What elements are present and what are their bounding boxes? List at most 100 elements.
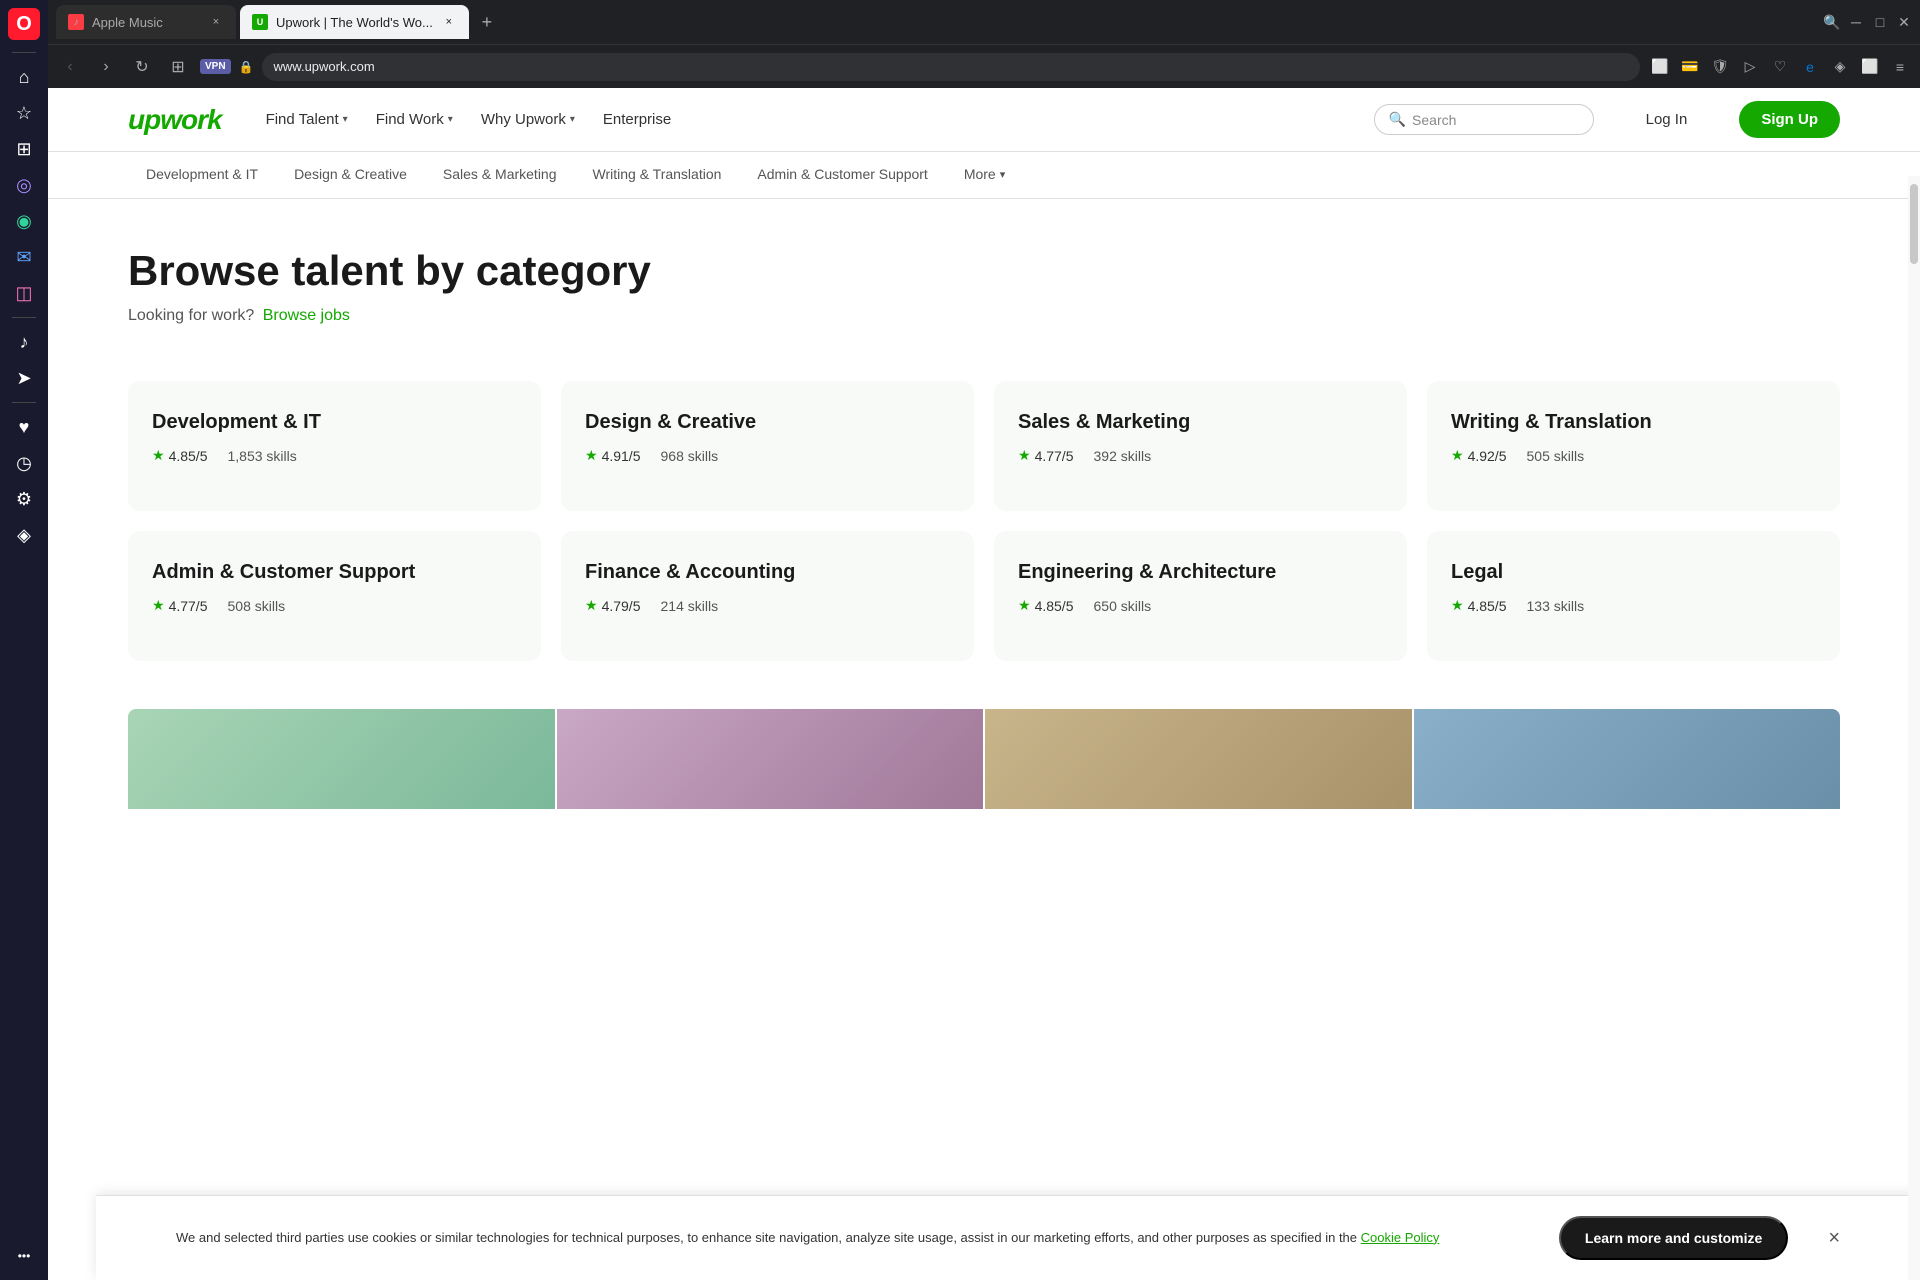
window-close-button[interactable]: ✕	[1896, 14, 1912, 30]
cat-nav-more-label: More	[964, 166, 996, 182]
enterprise-link[interactable]: Enterprise	[591, 103, 683, 136]
image-strip	[128, 709, 1840, 809]
star-sidebar-icon[interactable]: ☆	[8, 97, 40, 129]
browser-scrollbar[interactable]	[1908, 176, 1920, 1280]
find-talent-menu[interactable]: Find Talent ▾	[254, 103, 360, 136]
card-meta-finance: ★ 4.79/5 214 skills	[585, 597, 950, 614]
cookie-close-button[interactable]: ×	[1828, 1227, 1840, 1250]
screenshot-icon[interactable]: ⬜	[1648, 55, 1672, 79]
card-meta-admin: ★ 4.77/5 508 skills	[152, 597, 517, 614]
card-rating-legal: ★ 4.85/5	[1451, 597, 1507, 614]
find-work-chevron: ▾	[448, 114, 453, 125]
tab-apple-music-close[interactable]: ×	[208, 14, 224, 30]
crypto-icon[interactable]: ◈	[1828, 55, 1852, 79]
tab-apple-music-title: Apple Music	[92, 15, 200, 30]
card-title-engineering: Engineering & Architecture	[1018, 559, 1383, 585]
instagram-icon[interactable]: ◫	[8, 277, 40, 309]
wallet-icon[interactable]: 💳	[1678, 55, 1702, 79]
category-card-design[interactable]: Design & Creative ★ 4.91/5 968 skills	[561, 381, 974, 511]
scrollbar-thumb[interactable]	[1910, 184, 1918, 264]
card-meta-sales: ★ 4.77/5 392 skills	[1018, 447, 1383, 464]
menu-icon[interactable]: ≡	[1888, 55, 1912, 79]
tab-upwork[interactable]: U Upwork | The World's Wo... ×	[240, 5, 469, 39]
star-icon-writing: ★	[1451, 447, 1464, 464]
why-upwork-chevron: ▾	[570, 114, 575, 125]
card-title-admin: Admin & Customer Support	[152, 559, 517, 585]
find-work-menu[interactable]: Find Work ▾	[364, 103, 465, 136]
image-strip-3	[985, 709, 1412, 809]
card-rating-dev-it: ★ 4.85/5	[152, 447, 208, 464]
cat-nav-more[interactable]: More ▾	[946, 152, 1023, 198]
category-card-sales[interactable]: Sales & Marketing ★ 4.77/5 392 skills	[994, 381, 1407, 511]
cat-nav-dev-it-label: Development & IT	[146, 166, 258, 182]
why-upwork-menu[interactable]: Why Upwork ▾	[469, 103, 587, 136]
dashboard-icon[interactable]: ⊞	[8, 133, 40, 165]
facetime-icon[interactable]: ◉	[8, 205, 40, 237]
search-placeholder: Search	[1412, 112, 1456, 128]
signup-button[interactable]: Sign Up	[1739, 101, 1840, 138]
forward-button[interactable]: ›	[92, 53, 120, 81]
edge-icon[interactable]: e	[1798, 55, 1822, 79]
reload-button[interactable]: ↻	[128, 53, 156, 81]
card-skills-admin: 508 skills	[228, 598, 286, 614]
more-dots-icon[interactable]: •••	[8, 1240, 40, 1272]
image-strip-container	[48, 709, 1920, 809]
category-card-legal[interactable]: Legal ★ 4.85/5 133 skills	[1427, 531, 1840, 661]
card-rating-sales: ★ 4.77/5	[1018, 447, 1074, 464]
address-bar[interactable]: www.upwork.com	[262, 53, 1640, 81]
star-icon-dev-it: ★	[152, 447, 165, 464]
heart-icon[interactable]: ♥	[8, 411, 40, 443]
extensions-toolbar-icon[interactable]: ⬜	[1858, 55, 1882, 79]
browse-jobs-link[interactable]: Browse jobs	[263, 307, 350, 324]
cat-nav-writing[interactable]: Writing & Translation	[575, 152, 740, 198]
music-icon[interactable]: ♪	[8, 326, 40, 358]
card-skills-legal: 133 skills	[1527, 598, 1585, 614]
add-tab-button[interactable]: +	[473, 8, 501, 36]
tab-upwork-close[interactable]: ×	[441, 14, 457, 30]
settings-icon[interactable]: ⚙	[8, 483, 40, 515]
upwork-favicon: U	[252, 14, 268, 30]
tab-apple-music[interactable]: ♪ Apple Music ×	[56, 5, 236, 39]
category-card-dev-it[interactable]: Development & IT ★ 4.85/5 1,853 skills	[128, 381, 541, 511]
card-meta-writing: ★ 4.92/5 505 skills	[1451, 447, 1816, 464]
cat-nav-sales[interactable]: Sales & Marketing	[425, 152, 575, 198]
cookie-customize-button[interactable]: Learn more and customize	[1559, 1216, 1788, 1260]
window-minimize-button[interactable]: ─	[1848, 14, 1864, 30]
header-search-box[interactable]: 🔍 Search	[1374, 104, 1594, 135]
window-search-icon[interactable]: 🔍	[1824, 14, 1840, 30]
find-work-label: Find Work	[376, 111, 444, 128]
upwork-logo[interactable]: upwork	[128, 104, 222, 136]
messages-icon[interactable]: ✉	[8, 241, 40, 273]
category-card-admin[interactable]: Admin & Customer Support ★ 4.77/5 508 sk…	[128, 531, 541, 661]
os-sidebar: O ⌂ ☆ ⊞ ◎ ◉ ✉ ◫ ♪ ➤ ♥ ◷ ⚙ ◈ •••	[0, 0, 48, 1280]
clock-icon[interactable]: ◷	[8, 447, 40, 479]
back-button[interactable]: ‹	[56, 53, 84, 81]
vpn-badge[interactable]: VPN	[200, 59, 231, 74]
notification-icon[interactable]: ◈	[8, 519, 40, 551]
extensions-button[interactable]: ⊞	[164, 53, 192, 81]
play-icon[interactable]: ▷	[1738, 55, 1762, 79]
cat-nav-admin[interactable]: Admin & Customer Support	[739, 152, 945, 198]
feed-icon[interactable]: ◎	[8, 169, 40, 201]
category-card-engineering[interactable]: Engineering & Architecture ★ 4.85/5 650 …	[994, 531, 1407, 661]
heart-toolbar-icon[interactable]: ♡	[1768, 55, 1792, 79]
cookie-policy-link[interactable]: Cookie Policy	[1361, 1230, 1440, 1245]
login-button[interactable]: Log In	[1626, 103, 1708, 136]
cat-nav-dev-it[interactable]: Development & IT	[128, 152, 276, 198]
send-icon[interactable]: ➤	[8, 362, 40, 394]
star-icon-finance: ★	[585, 597, 598, 614]
window-maximize-button[interactable]: □	[1872, 14, 1888, 30]
category-card-writing[interactable]: Writing & Translation ★ 4.92/5 505 skill…	[1427, 381, 1840, 511]
card-meta-design: ★ 4.91/5 968 skills	[585, 447, 950, 464]
find-talent-label: Find Talent	[266, 111, 339, 128]
opera-icon[interactable]: O	[8, 8, 40, 40]
card-title-writing: Writing & Translation	[1451, 409, 1816, 435]
browser-window: ♪ Apple Music × U Upwork | The World's W…	[48, 0, 1920, 1280]
card-meta-engineering: ★ 4.85/5 650 skills	[1018, 597, 1383, 614]
home-icon[interactable]: ⌂	[8, 61, 40, 93]
star-icon-admin: ★	[152, 597, 165, 614]
cat-nav-design[interactable]: Design & Creative	[276, 152, 425, 198]
cat-nav-design-label: Design & Creative	[294, 166, 407, 182]
shield-icon[interactable]: 🛡	[1708, 55, 1732, 79]
category-card-finance[interactable]: Finance & Accounting ★ 4.79/5 214 skills	[561, 531, 974, 661]
